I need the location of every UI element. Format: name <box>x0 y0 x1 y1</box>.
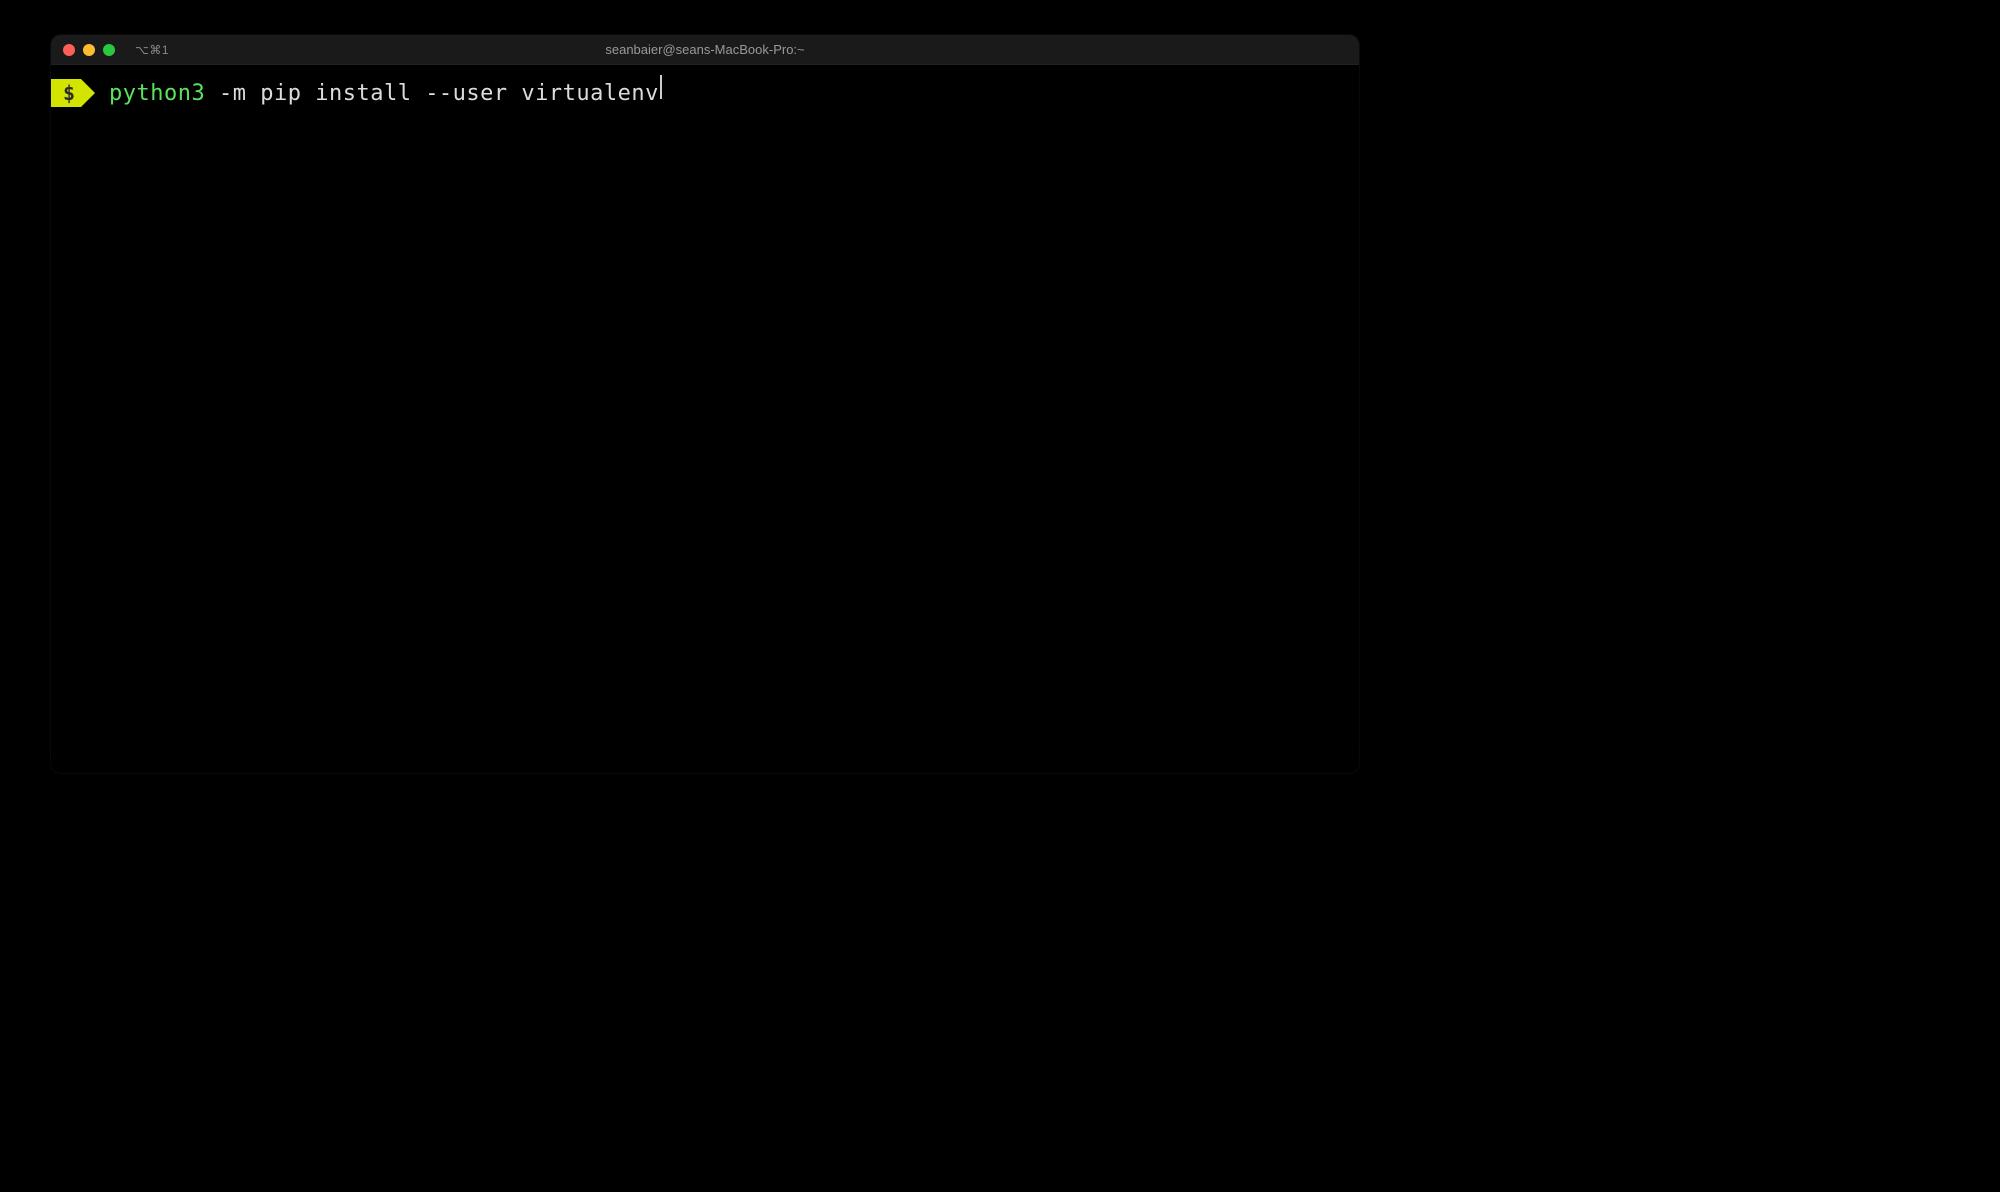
maximize-button[interactable] <box>103 44 115 56</box>
minimize-button[interactable] <box>83 44 95 56</box>
titlebar[interactable]: ⌥⌘1 seanbaier@seans-MacBook-Pro:~ <box>51 35 1359 65</box>
prompt-indicator: $ <box>51 79 81 107</box>
command-arguments: -m pip install --user virtualenv <box>205 79 659 110</box>
cursor-icon <box>660 75 662 99</box>
tab-indicator: ⌥⌘1 <box>135 43 169 57</box>
command-executable: python3 <box>109 79 205 110</box>
terminal-body[interactable]: $ python3 -m pip install --user virtuale… <box>51 65 1359 773</box>
command-input[interactable]: python3 -m pip install --user virtualenv <box>109 76 662 110</box>
prompt-line: $ python3 -m pip install --user virtuale… <box>51 77 1359 109</box>
prompt-symbol: $ <box>63 79 75 107</box>
window-title: seanbaier@seans-MacBook-Pro:~ <box>605 42 804 57</box>
terminal-window: ⌥⌘1 seanbaier@seans-MacBook-Pro:~ $ pyth… <box>51 35 1359 773</box>
close-button[interactable] <box>63 44 75 56</box>
traffic-lights <box>63 44 115 56</box>
